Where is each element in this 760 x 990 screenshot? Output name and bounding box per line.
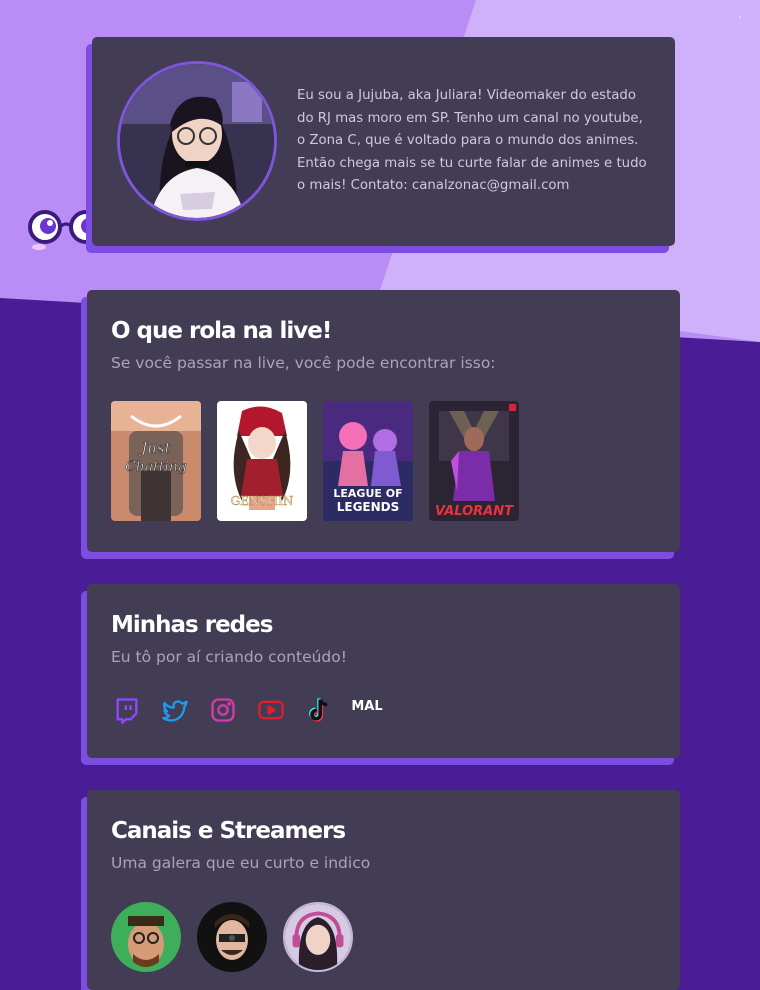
profile-bio: Eu sou a Jujuba, aka Juliara! Videomaker… (297, 88, 647, 193)
social-subtitle: Eu tô por aí criando conteúdo! (111, 648, 347, 666)
profile-avatar (117, 61, 277, 221)
mal-icon[interactable]: MAL (349, 694, 385, 726)
channels-card: Canais e Streamers Uma galera que eu cur… (87, 790, 680, 990)
game-label-top: GENSHIN (231, 494, 294, 508)
youtube-icon[interactable] (255, 694, 287, 726)
live-subtitle: Se você passar na live, você pode encont… (111, 354, 496, 372)
game-label-top: LEAGUE OF (333, 487, 402, 500)
instagram-icon[interactable] (207, 694, 239, 726)
game-card-genshin-impact[interactable]: GENSHIN IMPACT (217, 401, 307, 521)
mal-label: MAL (351, 698, 383, 714)
social-title: Minhas redes (111, 612, 273, 638)
streamer-avatar[interactable] (197, 902, 267, 972)
glasses-icon (28, 210, 96, 250)
game-label-top: VALORANT (435, 504, 514, 519)
streamer-avatar[interactable] (111, 902, 181, 972)
twitter-icon[interactable] (159, 694, 191, 726)
social-card: Minhas redes Eu tô por aí criando conteú… (87, 584, 680, 758)
game-label-bottom: IMPACT (253, 510, 272, 516)
channels-subtitle: Uma galera que eu curto e indico (111, 854, 371, 872)
live-title: O que rola na live! (111, 318, 332, 344)
channels-title: Canais e Streamers (111, 818, 346, 844)
game-card-valorant[interactable]: VALORANT (429, 401, 519, 521)
streamer-avatar[interactable] (283, 902, 353, 972)
profile-card: Eu sou a Jujuba, aka Juliara! Videomaker… (92, 37, 675, 246)
live-card: O que rola na live! Se você passar na li… (87, 290, 680, 552)
game-label-bottom: Chatting (125, 459, 187, 475)
tiktok-icon[interactable] (303, 694, 335, 726)
game-card-league-of-legends[interactable]: LEAGUE OF LEGENDS (323, 401, 413, 521)
game-label-bottom: LEGENDS (337, 500, 400, 514)
twitch-icon[interactable] (111, 694, 143, 726)
game-label-top: Just (138, 439, 171, 457)
sparkle-dot (739, 16, 741, 18)
game-card-just-chatting[interactable]: Just Chatting (111, 401, 201, 521)
